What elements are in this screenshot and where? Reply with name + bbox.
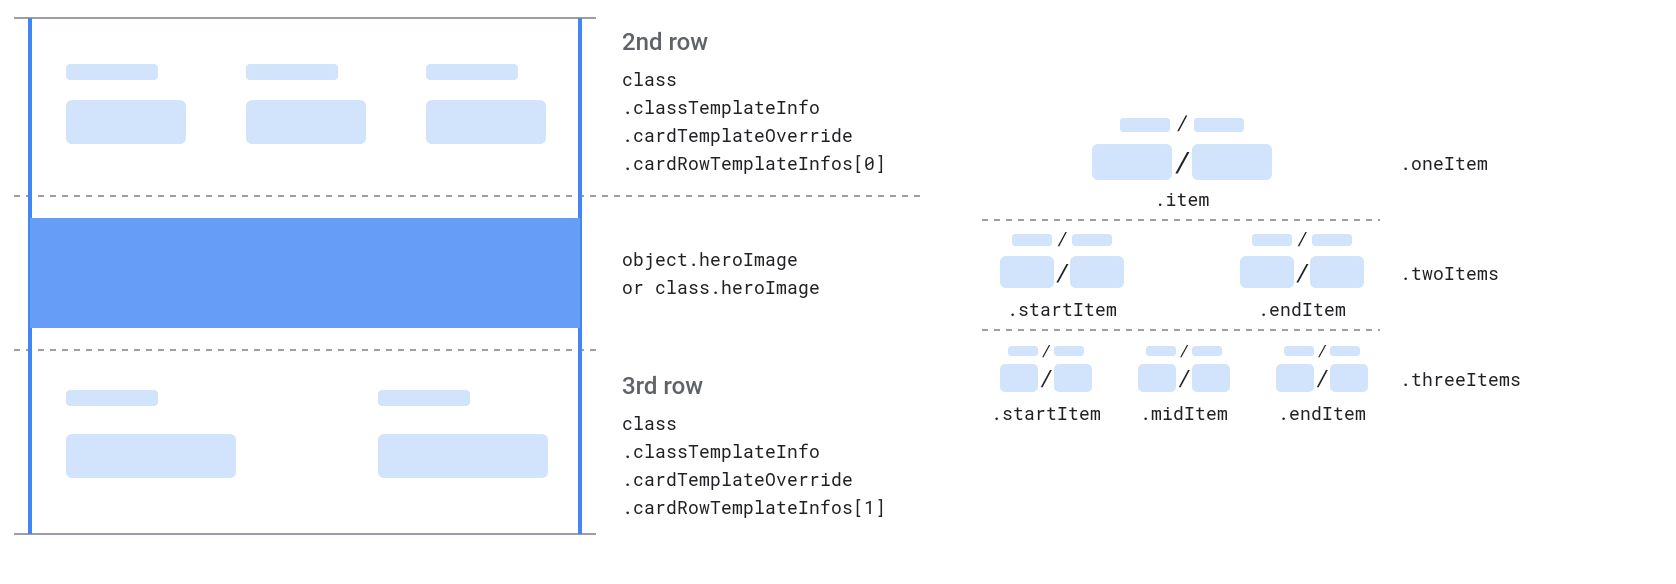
svg-text:/: / xyxy=(1317,340,1326,361)
hero-image xyxy=(30,218,580,328)
svg-text:/: / xyxy=(1316,363,1329,392)
row2-title: 2nd row xyxy=(622,28,708,56)
two-start-label: .startItem xyxy=(1007,297,1117,321)
row3-item-start xyxy=(66,390,236,478)
row3-class-line3: .cardTemplateOverride xyxy=(622,467,853,491)
three-start-item: / / xyxy=(1000,340,1092,392)
three-end-label: .endItem xyxy=(1278,401,1366,425)
two-start-item: / / xyxy=(1000,226,1124,288)
svg-text:/: / xyxy=(1055,256,1069,288)
svg-text:/: / xyxy=(1295,256,1309,288)
one-item-block: / / xyxy=(1092,110,1272,180)
row2-class-line1: class xyxy=(622,67,677,91)
hero-line2: or class.heroImage xyxy=(622,275,820,299)
row3-class-line2: .classTemplateInfo xyxy=(622,439,820,463)
three-end-item: / / xyxy=(1276,340,1368,392)
three-mid-item: / / xyxy=(1138,340,1230,392)
svg-text:/: / xyxy=(1297,226,1308,250)
two-items-row-label: .twoItems xyxy=(1400,261,1499,285)
two-end-label: .endItem xyxy=(1258,297,1346,321)
one-item-row-label: .oneItem xyxy=(1400,151,1488,175)
svg-text:/: / xyxy=(1176,110,1188,136)
row2-item-end xyxy=(426,64,546,144)
hero-line1: object.heroImage xyxy=(622,247,798,271)
row2-item-start xyxy=(66,64,186,144)
svg-text:/: / xyxy=(1178,363,1191,392)
row2-item-mid xyxy=(246,64,366,144)
row3-class-line1: class xyxy=(622,411,677,435)
row2-class-line2: .classTemplateInfo xyxy=(622,95,820,119)
svg-text:/: / xyxy=(1179,340,1188,361)
row2-class-line4: .cardRowTemplateInfos[0] xyxy=(622,151,886,175)
svg-text:/: / xyxy=(1040,363,1053,392)
svg-text:/: / xyxy=(1041,340,1050,361)
three-start-label: .startItem xyxy=(991,401,1101,425)
two-end-item: / / xyxy=(1240,226,1364,288)
svg-text:/: / xyxy=(1057,226,1068,250)
row3-item-end xyxy=(378,390,548,478)
row3-class-line4: .cardRowTemplateInfos[1] xyxy=(622,495,886,519)
three-mid-label: .midItem xyxy=(1140,401,1228,425)
three-items-row-label: .threeItems xyxy=(1400,367,1521,391)
row3-title: 3rd row xyxy=(622,372,703,400)
svg-text:/: / xyxy=(1174,143,1190,180)
row2-class-line3: .cardTemplateOverride xyxy=(622,123,853,147)
one-item-label: .item xyxy=(1154,187,1209,211)
